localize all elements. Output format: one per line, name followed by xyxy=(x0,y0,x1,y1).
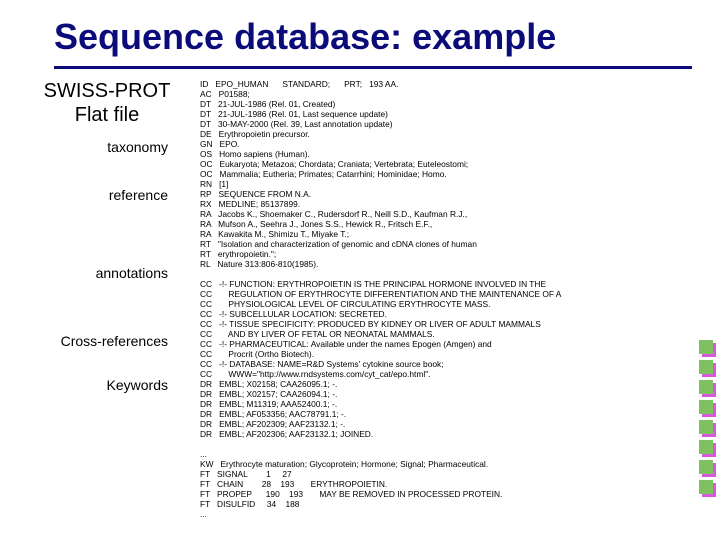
content-area: SWISS-PROT Flat file taxonomy reference … xyxy=(0,69,720,519)
page-title: Sequence database: example xyxy=(0,0,720,62)
label-flatfile: Flat file xyxy=(22,103,192,127)
label-reference: reference xyxy=(22,187,192,203)
record-block-3: ... KW Erythrocyte maturation; Glycoprot… xyxy=(200,449,502,519)
decoration-box-icon xyxy=(699,360,713,374)
label-swissprot: SWISS-PROT xyxy=(22,79,192,103)
decoration-box-icon xyxy=(699,440,713,454)
label-annotations: annotations xyxy=(22,265,192,281)
decoration-box-icon xyxy=(699,380,713,394)
flatfile-record: ID EPO_HUMAN STANDARD; PRT; 193 AA. AC P… xyxy=(200,79,640,519)
side-labels: SWISS-PROT Flat file taxonomy reference … xyxy=(22,79,192,393)
decoration-box-icon xyxy=(699,460,713,474)
label-taxonomy: taxonomy xyxy=(22,139,192,155)
decoration-box-icon xyxy=(699,400,713,414)
label-crossreferences: Cross-references xyxy=(22,333,192,349)
decoration-strip xyxy=(692,334,720,500)
record-block-2: CC -!- FUNCTION: ERYTHROPOIETIN IS THE P… xyxy=(200,279,561,439)
decoration-box-icon xyxy=(699,340,713,354)
record-block-1: ID EPO_HUMAN STANDARD; PRT; 193 AA. AC P… xyxy=(200,79,477,269)
label-keywords: Keywords xyxy=(22,377,192,393)
decoration-box-icon xyxy=(699,480,713,494)
decoration-box-icon xyxy=(699,420,713,434)
